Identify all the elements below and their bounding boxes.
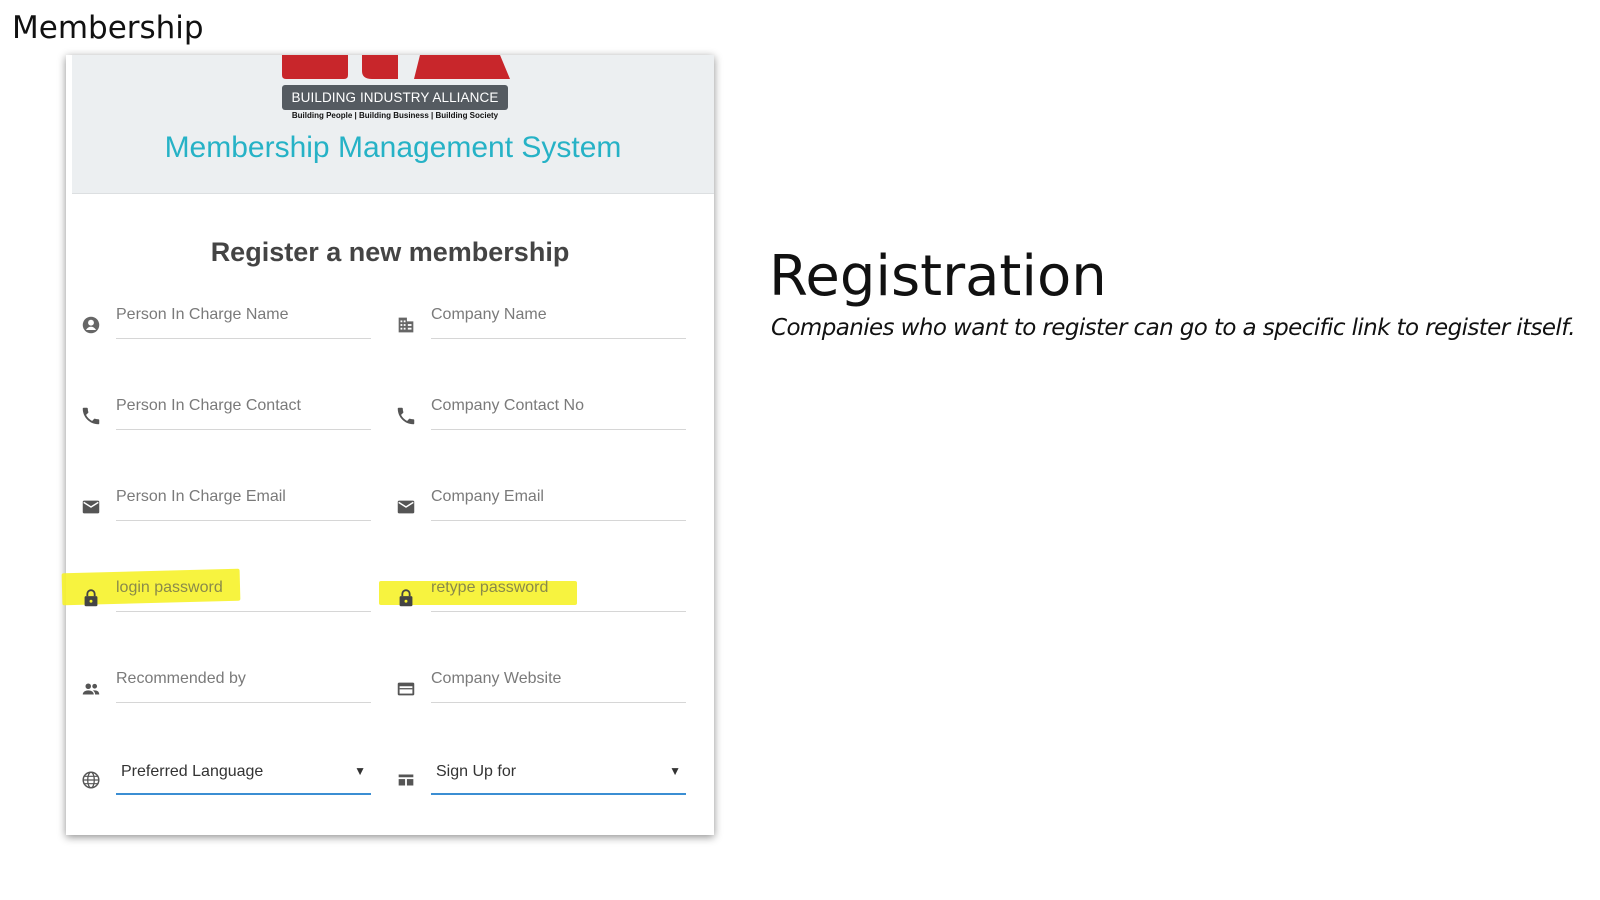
login-password-field[interactable]: login password xyxy=(66,573,380,621)
registration-description: Companies who want to register can go to… xyxy=(771,315,1576,341)
list-card-icon xyxy=(395,769,417,791)
field-underline xyxy=(116,338,371,339)
field-underline xyxy=(116,520,371,521)
logo-red-shape xyxy=(282,55,510,79)
field-underline xyxy=(431,338,686,339)
field-underline xyxy=(116,429,371,430)
preferred-language-select[interactable]: Preferred Language ▼ xyxy=(66,755,380,803)
header-banner: BUILDING INDUSTRY ALLIANCE Building Peop… xyxy=(72,55,714,194)
logo-text: BUILDING INDUSTRY ALLIANCE xyxy=(282,85,508,110)
person-in-charge-contact-field[interactable]: Person In Charge Contact xyxy=(66,391,380,439)
dropdown-caret-icon[interactable]: ▼ xyxy=(669,764,681,778)
field-underline xyxy=(431,793,686,795)
mail-icon xyxy=(395,496,417,518)
company-contact-input[interactable]: Company Contact No xyxy=(431,397,676,415)
people-icon xyxy=(80,678,102,700)
retype-password-field[interactable]: retype password xyxy=(381,573,695,621)
web-icon xyxy=(395,678,417,700)
system-title: Membership Management System xyxy=(164,131,622,164)
company-name-field[interactable]: Company Name xyxy=(381,300,695,348)
recommended-by-input[interactable]: Recommended by xyxy=(116,670,361,688)
field-underline xyxy=(431,520,686,521)
recommended-by-field[interactable]: Recommended by xyxy=(66,664,380,712)
slide-title: Membership xyxy=(12,10,204,46)
field-underline xyxy=(431,429,686,430)
company-website-field[interactable]: Company Website xyxy=(381,664,695,712)
field-underline xyxy=(116,702,371,703)
preferred-language-value: Preferred Language xyxy=(121,763,264,780)
phone-icon xyxy=(395,405,417,427)
globe-icon xyxy=(80,769,102,791)
login-password-input[interactable]: login password xyxy=(116,579,361,597)
dropdown-caret-icon[interactable]: ▼ xyxy=(354,764,366,778)
logo: BUILDING INDUSTRY ALLIANCE Building Peop… xyxy=(278,55,512,124)
field-underline xyxy=(431,702,686,703)
sign-up-for-select[interactable]: Sign Up for ▼ xyxy=(381,755,695,803)
lock-icon xyxy=(80,587,102,609)
account-circle-icon xyxy=(80,314,102,336)
form-heading: Register a new membership xyxy=(210,237,570,267)
field-underline xyxy=(431,611,686,612)
person-in-charge-contact-input[interactable]: Person In Charge Contact xyxy=(116,397,361,415)
retype-password-input[interactable]: retype password xyxy=(431,579,676,597)
company-name-input[interactable]: Company Name xyxy=(431,306,676,324)
person-in-charge-name-input[interactable]: Person In Charge Name xyxy=(116,306,361,324)
person-in-charge-email-input[interactable]: Person In Charge Email xyxy=(116,488,361,506)
person-in-charge-name-field[interactable]: Person In Charge Name xyxy=(66,300,380,348)
field-underline xyxy=(116,611,371,612)
sign-up-for-value: Sign Up for xyxy=(436,763,517,780)
logo-tagline: Building People | Building Business | Bu… xyxy=(291,111,499,120)
company-email-field[interactable]: Company Email xyxy=(381,482,695,530)
field-underline xyxy=(116,793,371,795)
phone-icon xyxy=(80,405,102,427)
company-email-input[interactable]: Company Email xyxy=(431,488,676,506)
registration-card: BUILDING INDUSTRY ALLIANCE Building Peop… xyxy=(61,55,714,835)
person-in-charge-email-field[interactable]: Person In Charge Email xyxy=(66,482,380,530)
company-contact-field[interactable]: Company Contact No xyxy=(381,391,695,439)
mail-icon xyxy=(80,496,102,518)
building-icon xyxy=(395,314,417,336)
company-website-input[interactable]: Company Website xyxy=(431,670,676,688)
lock-icon xyxy=(395,587,417,609)
registration-heading: Registration xyxy=(769,244,1107,309)
